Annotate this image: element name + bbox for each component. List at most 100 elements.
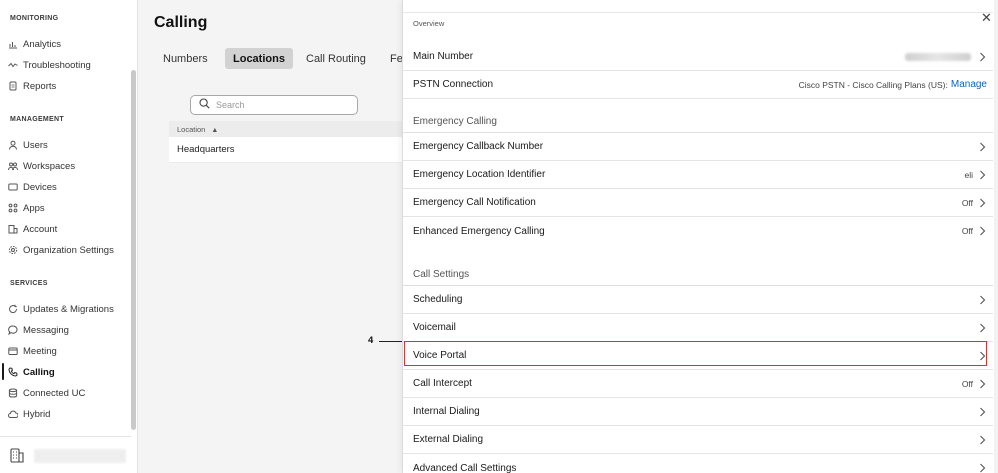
table-header[interactable]: Location ▲ bbox=[169, 121, 402, 137]
row-voicemail[interactable]: Voicemail bbox=[403, 314, 993, 342]
sidebar-item-label: Organization Settings bbox=[23, 244, 114, 256]
sidebar-item-devices[interactable]: Devices bbox=[8, 178, 57, 196]
column-header-location: Location bbox=[177, 125, 206, 134]
sidebar-item-users[interactable]: Users bbox=[8, 136, 48, 154]
chevron-right-icon bbox=[979, 142, 987, 152]
sidebar-item-analytics[interactable]: Analytics bbox=[8, 35, 61, 53]
sidebar-item-label: Account bbox=[23, 223, 58, 235]
row-main-number[interactable]: Main Number bbox=[403, 43, 993, 71]
user-icon bbox=[8, 140, 18, 150]
sidebar-item-messaging[interactable]: Messaging bbox=[8, 321, 69, 339]
sidebar-item-workspaces[interactable]: Workspaces bbox=[8, 157, 75, 175]
callout-line bbox=[379, 341, 404, 342]
tab-numbers[interactable]: Numbers bbox=[155, 48, 216, 69]
row-emergency-callback-number[interactable]: Emergency Callback Number bbox=[403, 133, 993, 161]
sidebar-item-organization-settings[interactable]: Organization Settings bbox=[8, 241, 114, 259]
sort-asc-icon: ▲ bbox=[211, 127, 219, 134]
table-row[interactable]: Headquarters bbox=[169, 137, 402, 163]
sidebar-item-meeting[interactable]: Meeting bbox=[8, 342, 57, 360]
building-icon bbox=[10, 447, 24, 468]
phone-icon bbox=[8, 367, 18, 377]
row-external-dialing[interactable]: External Dialing bbox=[403, 426, 993, 454]
org-switcher[interactable] bbox=[0, 436, 131, 473]
row-label: Scheduling bbox=[413, 294, 463, 305]
search-box[interactable] bbox=[190, 95, 358, 115]
chevron-right-icon bbox=[979, 170, 987, 180]
row-enhanced-emergency-calling[interactable]: Enhanced Emergency Calling Off bbox=[403, 217, 993, 245]
sidebar-item-hybrid[interactable]: Hybrid bbox=[8, 405, 50, 423]
sidebar-item-label: Users bbox=[23, 139, 48, 151]
sidebar-section-monitoring: MONITORING bbox=[10, 15, 59, 22]
panel-breadcrumb: Overview bbox=[413, 19, 445, 28]
chevron-right-icon bbox=[979, 463, 987, 473]
row-pstn-connection: PSTN Connection Cisco PSTN - Cisco Calli… bbox=[403, 71, 993, 99]
cloud-icon bbox=[8, 409, 18, 419]
row-emergency-call-notification[interactable]: Emergency Call Notification Off bbox=[403, 189, 993, 217]
chevron-right-icon bbox=[979, 295, 987, 305]
grid-icon bbox=[8, 203, 18, 213]
chevron-right-icon bbox=[979, 198, 987, 208]
sidebar-item-troubleshooting[interactable]: Troubleshooting bbox=[8, 56, 91, 74]
sidebar-item-label: Reports bbox=[23, 80, 57, 92]
row-label: Call Intercept bbox=[413, 378, 472, 389]
building-icon bbox=[8, 224, 18, 234]
search-input[interactable] bbox=[216, 100, 346, 110]
sidebar-item-apps[interactable]: Apps bbox=[8, 199, 45, 217]
sidebar-item-label: Connected UC bbox=[23, 387, 86, 399]
sidebar-scrollbar[interactable] bbox=[131, 70, 136, 430]
location-detail-panel: ✕ Overview Main Number PSTN Connection C… bbox=[402, 0, 998, 473]
row-scheduling[interactable]: Scheduling bbox=[403, 286, 993, 314]
active-indicator bbox=[2, 363, 4, 380]
chevron-right-icon bbox=[979, 435, 987, 445]
sidebar: MONITORING Analytics Troubleshooting Rep… bbox=[0, 0, 138, 473]
device-icon bbox=[8, 182, 18, 192]
pulse-icon bbox=[8, 60, 18, 70]
row-emergency-location-identifier[interactable]: Emergency Location Identifier eli bbox=[403, 161, 993, 189]
row-label: Internal Dialing bbox=[413, 406, 480, 417]
row-call-intercept[interactable]: Call Intercept Off bbox=[403, 370, 993, 398]
panel-scrollbar[interactable] bbox=[994, 0, 998, 473]
sidebar-item-label: Updates & Migrations bbox=[23, 303, 114, 315]
row-label: Emergency Location Identifier bbox=[413, 169, 546, 180]
row-label: Advanced Call Settings bbox=[413, 462, 517, 473]
calendar-icon bbox=[8, 346, 18, 356]
sidebar-item-connected-uc[interactable]: Connected UC bbox=[8, 384, 85, 402]
row-label: Voice Portal bbox=[413, 350, 467, 361]
callout-number: 4 bbox=[368, 335, 374, 346]
location-name: Headquarters bbox=[177, 144, 235, 155]
sidebar-item-label: Messaging bbox=[23, 324, 69, 336]
sidebar-item-label: Apps bbox=[23, 202, 45, 214]
manage-link[interactable]: Manage bbox=[951, 79, 987, 90]
row-internal-dialing[interactable]: Internal Dialing bbox=[403, 398, 993, 426]
sidebar-item-label: Devices bbox=[23, 181, 57, 193]
page-title: Calling bbox=[154, 14, 208, 31]
main-number-redacted bbox=[905, 52, 971, 61]
bar-chart-icon bbox=[8, 39, 18, 49]
row-label: Voicemail bbox=[413, 322, 456, 333]
chevron-right-icon bbox=[979, 52, 987, 62]
row-label: Enhanced Emergency Calling bbox=[413, 225, 545, 237]
sidebar-item-reports[interactable]: Reports bbox=[8, 77, 56, 95]
search-icon bbox=[199, 96, 210, 114]
sidebar-item-label: Calling bbox=[23, 366, 55, 378]
section-title-call-settings: Call Settings bbox=[413, 269, 470, 280]
tab-locations[interactable]: Locations bbox=[225, 48, 293, 69]
people-icon bbox=[8, 161, 18, 171]
tab-call-routing[interactable]: Call Routing bbox=[298, 48, 374, 69]
sidebar-item-account[interactable]: Account bbox=[8, 220, 57, 238]
row-voice-portal[interactable]: Voice Portal bbox=[403, 342, 993, 370]
chevron-right-icon bbox=[979, 226, 987, 236]
row-value: eli bbox=[964, 169, 973, 180]
chat-icon bbox=[8, 325, 18, 335]
sidebar-section-management: MANAGEMENT bbox=[10, 116, 64, 123]
chevron-right-icon bbox=[979, 351, 987, 361]
sidebar-item-calling[interactable]: Calling bbox=[8, 363, 55, 381]
row-value: Off bbox=[961, 378, 973, 389]
close-icon[interactable]: ✕ bbox=[981, 10, 992, 26]
gear-icon bbox=[8, 245, 18, 255]
row-value: Off bbox=[961, 226, 973, 236]
sidebar-item-updates-migrations[interactable]: Updates & Migrations bbox=[8, 300, 114, 318]
chevron-right-icon bbox=[979, 379, 987, 389]
row-advanced-call-settings[interactable]: Advanced Call Settings bbox=[403, 454, 993, 473]
sidebar-section-services: SERVICES bbox=[10, 280, 48, 287]
